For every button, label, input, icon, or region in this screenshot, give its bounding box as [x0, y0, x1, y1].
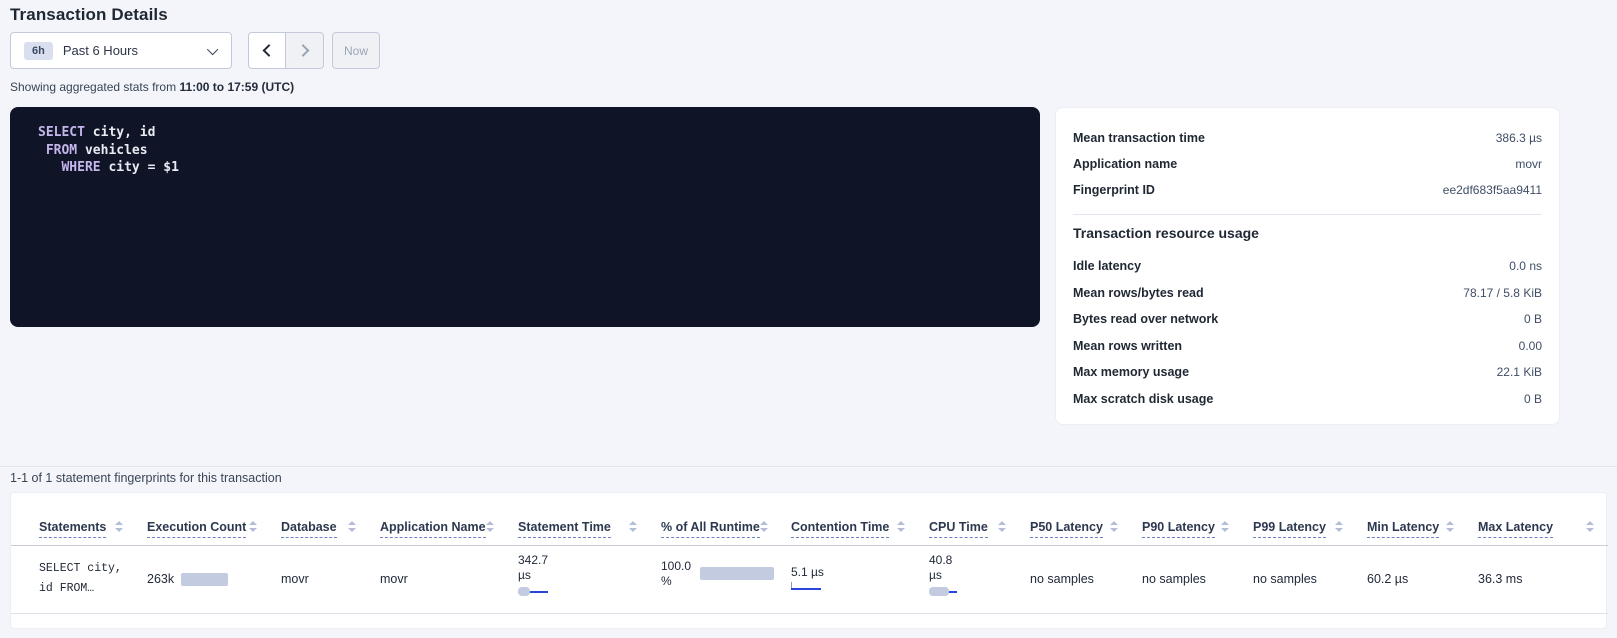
time-controls: 6h Past 6 Hours Now	[10, 32, 380, 69]
usage-row: Max scratch disk usage 0 B	[1073, 386, 1542, 413]
usage-row: Max memory usage 22.1 KiB	[1073, 359, 1542, 386]
time-nav-group	[248, 32, 324, 69]
summary-value: ee2df683f5aa9411	[1443, 183, 1542, 197]
chevron-left-icon	[262, 44, 275, 57]
column-header-p90-latency[interactable]: P90 Latency	[1132, 493, 1243, 545]
database-cell: movr	[271, 545, 370, 613]
column-header-min-latency[interactable]: Min Latency	[1357, 493, 1468, 545]
sort-icon[interactable]	[1335, 521, 1343, 532]
summary-row: Mean transaction time 386.3 µs	[1073, 125, 1542, 151]
usage-row: Mean rows/bytes read 78.17 / 5.8 KiB	[1073, 280, 1542, 307]
sort-icon[interactable]	[348, 521, 356, 532]
application-name-cell: movr	[370, 545, 508, 613]
summary-divider	[1073, 214, 1542, 215]
sql-line: FROM vehicles	[38, 142, 1012, 160]
cpu-time-bar	[929, 587, 957, 596]
column-header-max-latency[interactable]: Max Latency	[1468, 493, 1608, 545]
resource-usage-title: Transaction resource usage	[1073, 225, 1542, 241]
summary-row: Fingerprint ID ee2df683f5aa9411	[1073, 177, 1542, 203]
usage-value: 0.00	[1519, 339, 1542, 353]
column-header-runtime-pct[interactable]: % of All Runtime	[651, 493, 781, 545]
usage-value: 0.0 ns	[1509, 259, 1542, 273]
page-title: Transaction Details	[10, 5, 168, 25]
usage-label: Mean rows/bytes read	[1073, 286, 1204, 300]
column-header-cpu-time[interactable]: CPU Time	[919, 493, 1020, 545]
sort-icon[interactable]	[897, 521, 905, 532]
chevron-right-icon	[297, 44, 310, 57]
next-time-button[interactable]	[286, 32, 324, 69]
sort-icon[interactable]	[1110, 521, 1118, 532]
usage-value: 0 B	[1524, 392, 1542, 406]
runtime-pct-bar	[700, 567, 774, 580]
time-range-label: Past 6 Hours	[63, 43, 138, 58]
sort-icon[interactable]	[1221, 521, 1229, 532]
column-header-contention-time[interactable]: Contention Time	[781, 493, 919, 545]
summary-label: Fingerprint ID	[1073, 183, 1155, 197]
sort-icon[interactable]	[1446, 521, 1454, 532]
sort-icon[interactable]	[115, 521, 123, 532]
min-latency-cell: 60.2 µs	[1357, 545, 1468, 613]
statements-table: Statements Execution Count Database Appl…	[11, 493, 1608, 614]
table-header-row: Statements Execution Count Database Appl…	[11, 493, 1608, 545]
contention-time-bar	[791, 584, 821, 593]
p99-latency-cell: no samples	[1243, 545, 1357, 613]
sql-line: WHERE city = $1	[38, 159, 1012, 177]
statement-cell[interactable]: SELECT city,id FROM…	[11, 545, 137, 613]
usage-label: Idle latency	[1073, 259, 1141, 273]
summary-value: 386.3 µs	[1496, 131, 1542, 145]
usage-value: 0 B	[1524, 312, 1542, 326]
column-header-statement-time[interactable]: Statement Time	[508, 493, 651, 545]
sort-icon[interactable]	[629, 521, 637, 532]
summary-label: Mean transaction time	[1073, 131, 1205, 145]
usage-label: Bytes read over network	[1073, 312, 1218, 326]
time-range-dropdown[interactable]: 6h Past 6 Hours	[10, 32, 232, 69]
sort-icon[interactable]	[1586, 521, 1594, 532]
column-header-application-name[interactable]: Application Name	[370, 493, 508, 545]
usage-label: Max scratch disk usage	[1073, 392, 1213, 406]
sort-icon[interactable]	[249, 521, 257, 532]
section-divider	[0, 466, 1617, 467]
statement-time-cell: 342.7µs	[508, 545, 651, 613]
fingerprints-caption: 1-1 of 1 statement fingerprints for this…	[10, 471, 282, 485]
prev-time-button[interactable]	[248, 32, 286, 69]
statements-table-card: Statements Execution Count Database Appl…	[10, 492, 1607, 629]
usage-label: Mean rows written	[1073, 339, 1182, 353]
usage-value: 22.1 KiB	[1497, 365, 1542, 379]
usage-label: Max memory usage	[1073, 365, 1189, 379]
execution-count-bar	[181, 573, 228, 586]
summary-value: movr	[1515, 157, 1542, 171]
aggregated-stats-text: Showing aggregated stats from 11:00 to 1…	[10, 80, 294, 94]
summary-row: Application name movr	[1073, 151, 1542, 177]
usage-row: Bytes read over network 0 B	[1073, 306, 1542, 333]
column-header-p50-latency[interactable]: P50 Latency	[1020, 493, 1132, 545]
column-header-execution-count[interactable]: Execution Count	[137, 493, 271, 545]
now-button[interactable]: Now	[332, 32, 380, 69]
usage-row: Idle latency 0.0 ns	[1073, 253, 1542, 280]
execution-count-cell: 263k	[137, 545, 271, 613]
max-latency-cell: 36.3 ms	[1468, 545, 1608, 613]
sort-icon[interactable]	[998, 521, 1006, 532]
runtime-pct-cell: 100.0%	[651, 545, 781, 613]
contention-time-cell: 5.1 µs	[781, 545, 919, 613]
p90-latency-cell: no samples	[1132, 545, 1243, 613]
statement-time-bar	[518, 587, 548, 596]
sort-icon[interactable]	[760, 521, 768, 532]
chevron-down-icon	[207, 43, 218, 54]
time-range-badge: 6h	[24, 42, 53, 60]
column-header-p99-latency[interactable]: P99 Latency	[1243, 493, 1357, 545]
cpu-time-cell: 40.8µs	[919, 545, 1020, 613]
sql-line: SELECT city, id	[38, 124, 1012, 142]
table-row: SELECT city,id FROM… 263k movr movr 342.…	[11, 545, 1608, 613]
sql-statement-box: SELECT city, id FROM vehicles WHERE city…	[10, 107, 1040, 327]
transaction-summary-card: Mean transaction time 386.3 µs Applicati…	[1055, 107, 1560, 425]
usage-value: 78.17 / 5.8 KiB	[1463, 286, 1542, 300]
statement-link[interactable]: SELECT city,id FROM…	[39, 559, 131, 599]
column-header-database[interactable]: Database	[271, 493, 370, 545]
column-header-statements[interactable]: Statements	[11, 493, 137, 545]
summary-label: Application name	[1073, 157, 1177, 171]
usage-row: Mean rows written 0.00	[1073, 333, 1542, 360]
p50-latency-cell: no samples	[1020, 545, 1132, 613]
sort-icon[interactable]	[486, 521, 494, 532]
